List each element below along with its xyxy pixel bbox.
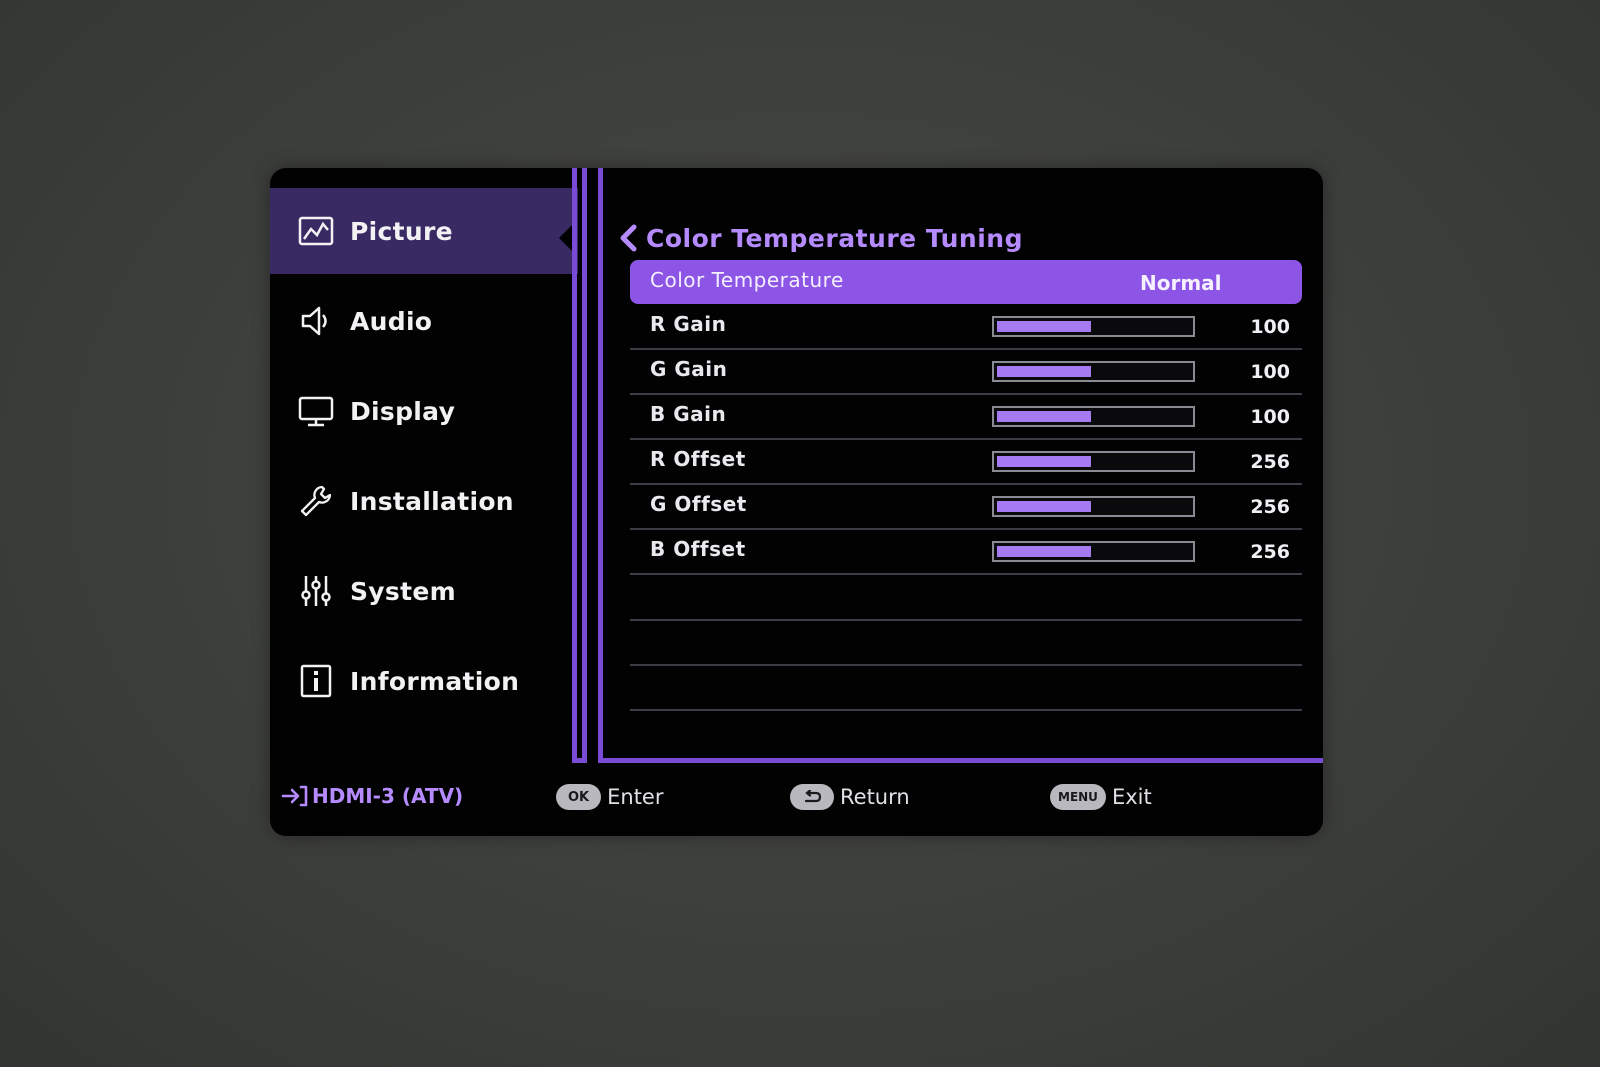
sidebar-item-system[interactable]: System (270, 548, 578, 634)
active-indicator (559, 224, 573, 252)
hint-return: Return (790, 784, 910, 810)
row-separator (630, 709, 1302, 711)
setting-value: 256 (1250, 451, 1290, 473)
ok-key-icon: OK (556, 784, 602, 810)
hint-label: Exit (1111, 785, 1152, 809)
info-icon (296, 663, 336, 699)
level-bar-fill (997, 321, 1091, 332)
setting-row-g-gain[interactable]: G Gain 100 (630, 349, 1302, 395)
level-bar[interactable] (992, 541, 1195, 562)
level-bar[interactable] (992, 406, 1195, 427)
hint-label: Return (840, 785, 910, 809)
menu-key-icon: MENU (1050, 784, 1106, 810)
setting-label: B Offset (650, 537, 746, 561)
setting-value: 256 (1250, 541, 1290, 563)
sidebar-item-label: Display (350, 396, 456, 426)
input-source-icon (281, 785, 308, 807)
divider (572, 168, 577, 763)
setting-value: 100 (1250, 361, 1290, 383)
setting-label: G Gain (650, 357, 728, 381)
divider (598, 168, 603, 763)
speaker-icon (296, 303, 336, 339)
setting-label: B Gain (650, 402, 727, 426)
sidebar-item-picture[interactable]: Picture (270, 188, 578, 274)
setting-row-r-offset[interactable]: R Offset 256 (630, 439, 1302, 485)
setting-value: 100 (1250, 406, 1290, 428)
page-title: Color Temperature Tuning (618, 220, 1023, 256)
sidebar-item-information[interactable]: Information (270, 638, 578, 724)
level-bar-fill (997, 501, 1091, 512)
level-bar-fill (997, 546, 1091, 557)
return-key-icon (790, 784, 834, 810)
level-bar[interactable] (992, 451, 1195, 472)
page-title-text: Color Temperature Tuning (646, 223, 1023, 253)
setting-label: R Offset (650, 447, 746, 471)
picture-icon (296, 213, 336, 249)
level-bar-fill (997, 366, 1091, 377)
sidebar-item-label: Audio (350, 306, 433, 336)
hint-exit: MENU Exit (1050, 784, 1152, 810)
level-bar-fill (997, 456, 1091, 467)
setting-row-color-temperature[interactable]: Color Temperature Normal (630, 260, 1302, 304)
footer-bar: HDMI-3 (ATV) OK Enter Return MENU Exit (270, 766, 1323, 836)
level-bar[interactable] (992, 316, 1195, 337)
sidebar-item-label: Information (350, 666, 520, 696)
sidebar-item-installation[interactable]: Installation (270, 458, 578, 544)
setting-row-g-offset[interactable]: G Offset 256 (630, 484, 1302, 530)
monitor-icon (296, 393, 336, 429)
setting-row-b-offset[interactable]: B Offset 256 (630, 529, 1302, 575)
setting-label: Color Temperature (650, 268, 844, 292)
sidebar-item-audio[interactable]: Audio (270, 278, 578, 364)
sidebar-item-display[interactable]: Display (270, 368, 578, 454)
hint-enter: OK Enter (556, 784, 664, 810)
setting-label: R Gain (650, 312, 727, 336)
level-bar-fill (997, 411, 1091, 422)
setting-row-b-gain[interactable]: B Gain 100 (630, 394, 1302, 440)
setting-value: 100 (1250, 316, 1290, 338)
setting-value: Normal (1140, 271, 1222, 295)
wrench-icon (296, 483, 336, 519)
sliders-icon (296, 573, 336, 609)
sidebar-item-label: System (350, 576, 456, 606)
projector-osd-menu: Picture Audio Display Installation Syste… (270, 168, 1323, 836)
divider (598, 758, 1323, 763)
divider (582, 168, 587, 763)
hint-label: Enter (607, 785, 664, 809)
sidebar-item-label: Picture (350, 216, 453, 246)
row-separator (630, 619, 1302, 621)
setting-row-r-gain[interactable]: R Gain 100 (630, 304, 1302, 350)
input-source: HDMI-3 (ATV) (280, 784, 463, 808)
row-separator (630, 664, 1302, 666)
level-bar[interactable] (992, 496, 1195, 517)
sidebar-menu: Picture Audio Display Installation Syste… (270, 168, 578, 768)
level-bar[interactable] (992, 361, 1195, 382)
divider (572, 758, 587, 763)
sidebar-item-label: Installation (350, 486, 514, 516)
back-chevron-icon[interactable] (618, 224, 640, 252)
input-source-label: HDMI-3 (ATV) (312, 784, 464, 808)
setting-value: 256 (1250, 496, 1290, 518)
setting-label: G Offset (650, 492, 747, 516)
